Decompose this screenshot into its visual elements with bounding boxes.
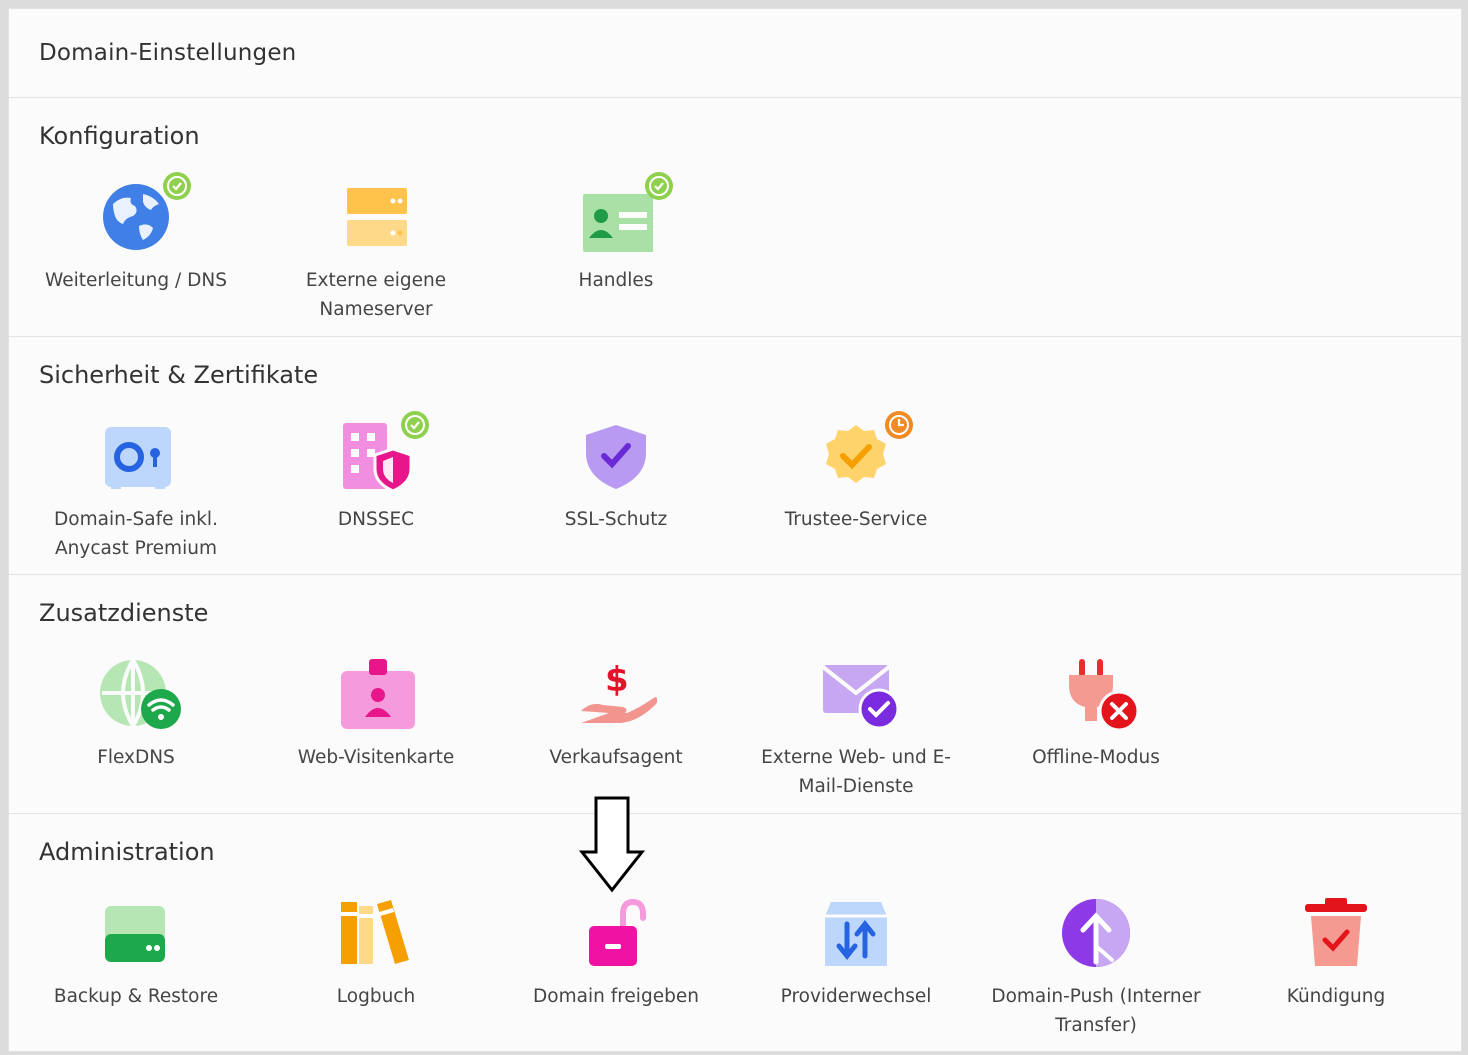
tile-externe-web-email[interactable]: Externe Web- und E-Mail-Dienste bbox=[736, 647, 976, 801]
tile-label: Logbuch bbox=[336, 986, 416, 1007]
tile-label: Weiterleitung / DNS bbox=[45, 270, 227, 291]
tile-label: Handles bbox=[578, 270, 654, 291]
hand-dollar-icon: $ bbox=[581, 660, 657, 723]
tile-providerwechsel[interactable]: Providerwechsel bbox=[736, 886, 976, 1011]
tile-label: Providerwechsel bbox=[780, 986, 932, 1007]
tile-label: Offline-Modus bbox=[1032, 747, 1160, 768]
tile-trustee-service[interactable]: Trustee-Service bbox=[736, 409, 976, 534]
section-title: Konfiguration bbox=[39, 122, 200, 150]
check-badge-icon bbox=[645, 172, 673, 200]
badge-card-icon bbox=[341, 659, 415, 729]
section-sicherheit: Sicherheit & Zertifikate Domain-Safe ink… bbox=[9, 337, 1461, 575]
tile-domain-push[interactable]: Domain-Push (Interner Transfer) bbox=[976, 886, 1216, 1040]
safe-icon bbox=[105, 427, 171, 489]
tile-domain-freigeben[interactable]: Domain freigeben bbox=[496, 886, 736, 1011]
tile-label: Kündigung bbox=[1286, 986, 1386, 1007]
section-zusatzdienste: Zusatzdienste FlexDNS Web-Visitenkarte $… bbox=[9, 575, 1461, 814]
panel-title: Domain-Einstellungen bbox=[39, 40, 297, 66]
tile-label: Externe eigene Nameserver bbox=[305, 270, 447, 320]
check-badge-icon bbox=[163, 172, 191, 200]
push-arrow-icon bbox=[1062, 899, 1130, 967]
tile-offline-modus[interactable]: Offline-Modus bbox=[976, 647, 1216, 772]
section-konfiguration: Konfiguration Weiterleitung / DNS Extern… bbox=[9, 98, 1461, 337]
tile-label: Backup & Restore bbox=[53, 986, 219, 1007]
svg-text:$: $ bbox=[605, 660, 629, 700]
tile-label: FlexDNS bbox=[97, 747, 175, 768]
tile-label: SSL-Schutz bbox=[564, 509, 668, 530]
tile-label: Domain-Safe inkl. Anycast Premium bbox=[54, 509, 218, 559]
tile-label: Domain freigeben bbox=[533, 986, 699, 1007]
domain-settings-panel: Domain-Einstellungen Konfiguration Weite… bbox=[8, 8, 1462, 1052]
books-icon bbox=[341, 900, 409, 964]
tile-web-visitenkarte[interactable]: Web-Visitenkarte bbox=[256, 647, 496, 772]
tile-kuendigung[interactable]: Kündigung bbox=[1216, 886, 1456, 1011]
tile-label: Web-Visitenkarte bbox=[297, 747, 455, 768]
tile-ssl-schutz[interactable]: SSL-Schutz bbox=[496, 409, 736, 534]
envelope-check-icon bbox=[821, 665, 900, 730]
unlock-icon bbox=[589, 898, 646, 966]
server-icon bbox=[347, 188, 407, 246]
tile-backup-restore[interactable]: Backup & Restore bbox=[16, 886, 256, 1011]
panel-header: Domain-Einstellungen bbox=[9, 9, 1461, 98]
annotation-arrow-down-icon bbox=[578, 796, 646, 893]
drive-icon bbox=[105, 906, 165, 962]
section-title: Sicherheit & Zertifikate bbox=[39, 361, 319, 389]
tile-verkaufsagent[interactable]: $ Verkaufsagent bbox=[496, 647, 736, 772]
contact-card-icon bbox=[583, 194, 653, 252]
tile-weiterleitung-dns[interactable]: Weiterleitung / DNS bbox=[16, 170, 256, 295]
clock-badge-icon bbox=[885, 411, 913, 439]
section-title: Zusatzdienste bbox=[39, 599, 209, 627]
tile-label: Verkaufsagent bbox=[549, 747, 683, 768]
tile-handles[interactable]: Handles bbox=[496, 170, 736, 295]
tile-label: DNSSEC bbox=[337, 509, 415, 530]
tile-label: Trustee-Service bbox=[784, 509, 928, 530]
globe-wifi-icon bbox=[100, 658, 181, 729]
tile-logbuch[interactable]: Logbuch bbox=[256, 886, 496, 1011]
check-badge-icon bbox=[401, 411, 429, 439]
trash-check-icon bbox=[1305, 898, 1367, 966]
tile-label: Externe Web- und E-Mail-Dienste bbox=[761, 747, 951, 797]
tile-dnssec[interactable]: DNSSEC bbox=[256, 409, 496, 534]
box-transfer-icon bbox=[825, 902, 887, 966]
tile-domain-safe[interactable]: Domain-Safe inkl. Anycast Premium bbox=[16, 409, 256, 563]
section-administration: Administration Backup & Restore Logbuch … bbox=[9, 814, 1461, 1052]
tile-externe-nameserver[interactable]: Externe eigene Nameserver bbox=[256, 170, 496, 324]
section-title: Administration bbox=[39, 838, 215, 866]
seal-check-icon bbox=[826, 425, 886, 483]
shield-check-icon bbox=[586, 425, 646, 489]
plug-off-icon bbox=[1069, 659, 1140, 731]
tile-flexdns[interactable]: FlexDNS bbox=[16, 647, 256, 772]
tile-label: Domain-Push (Interner Transfer) bbox=[991, 986, 1201, 1036]
